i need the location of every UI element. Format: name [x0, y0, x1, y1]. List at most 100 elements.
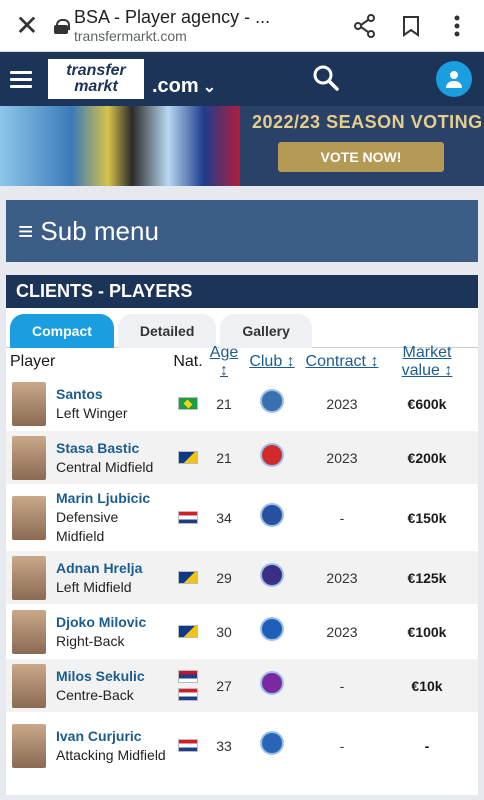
vote-now-button[interactable]: VOTE NOW! [278, 142, 444, 172]
player-photo[interactable] [12, 663, 46, 708]
age-cell: 29 [216, 569, 232, 586]
player-position: Right-Back [56, 632, 125, 649]
header-club-sort[interactable]: Club ↕ [242, 353, 302, 371]
age-cell: 34 [216, 509, 232, 526]
table-header: Player Nat. Age ↕ Club ↕ Contract ↕ Mark… [6, 344, 478, 379]
section-title: CLIENTS - PLAYERS [6, 275, 478, 308]
club-crest-icon[interactable] [260, 443, 284, 467]
clients-players-card: CLIENTS - PLAYERS Compact Detailed Galle… [6, 275, 478, 795]
nationality-flag-icon [178, 669, 198, 683]
nationality-flag-icon [178, 687, 198, 701]
nationality-cell [170, 395, 206, 413]
club-crest-icon[interactable] [260, 563, 284, 587]
banner-title: 2022/23 SEASON VOTING [252, 112, 483, 132]
table-row[interactable]: Marin Ljubicic Defensive Midfield 34 - €… [6, 484, 478, 550]
club-crest-icon[interactable] [260, 671, 284, 695]
player-photo[interactable] [12, 435, 46, 480]
club-cell [242, 389, 302, 418]
nationality-cell [170, 737, 206, 755]
user-account-icon[interactable] [436, 61, 472, 97]
player-name-link[interactable]: Ivan Curjuric [56, 727, 170, 746]
contract-cell: 2023 [326, 395, 358, 412]
address-bar[interactable]: BSA - Player agency - ... transfermarkt.… [74, 7, 336, 44]
domain-selector[interactable]: .com ⌄ [152, 75, 216, 98]
tab-compact[interactable]: Compact [10, 314, 114, 348]
age-cell: 27 [216, 677, 232, 694]
players-table: Santos Left Winger 21 2023 €600k Stasa B… [6, 376, 478, 778]
player-photo[interactable] [12, 723, 46, 768]
header-market-value-sort[interactable]: Market value ↕ [382, 344, 472, 380]
search-icon[interactable] [312, 64, 340, 97]
more-menu-icon[interactable] [440, 9, 474, 43]
season-voting-banner[interactable]: 2022/23 SEASON VOTING VOTE NOW! [0, 106, 484, 186]
player-photo[interactable] [12, 381, 46, 426]
hamburger-menu-icon[interactable] [10, 67, 32, 92]
player-info: Djoko Milovic Right-Back [52, 613, 170, 651]
club-crest-icon[interactable] [260, 389, 284, 413]
club-cell [242, 671, 302, 700]
player-name-link[interactable]: Milos Sekulic [56, 667, 170, 686]
player-photo-cell [12, 435, 52, 480]
logo-line2: markt [74, 78, 118, 95]
tab-detailed[interactable]: Detailed [117, 314, 217, 348]
club-crest-icon[interactable] [260, 731, 284, 755]
player-position: Attacking Midfield [56, 746, 166, 763]
close-tab-icon[interactable]: ✕ [10, 9, 44, 42]
player-name-link[interactable]: Adnan Hrelja [56, 559, 170, 578]
bookmark-icon[interactable] [394, 9, 428, 43]
player-name-link[interactable]: Marin Ljubicic [56, 489, 170, 508]
table-row[interactable]: Djoko Milovic Right-Back 30 2023 €100k [6, 604, 478, 658]
header-player: Player [10, 353, 56, 370]
domain-label: .com [152, 74, 199, 97]
table-row[interactable]: Stasa Bastic Central Midfield 21 2023 €2… [6, 430, 478, 484]
player-info: Ivan Curjuric Attacking Midfield [52, 727, 170, 765]
player-position: Left Midfield [56, 578, 132, 595]
browser-bar: ✕ BSA - Player agency - ... transfermark… [0, 0, 484, 52]
contract-cell: 2023 [326, 569, 358, 586]
player-photo[interactable] [12, 555, 46, 600]
player-position: Defensive Midfield [56, 509, 119, 544]
header-age-sort[interactable]: Age ↕ [206, 344, 242, 380]
player-name-link[interactable]: Djoko Milovic [56, 613, 170, 632]
share-icon[interactable] [348, 9, 382, 43]
club-cell [242, 503, 302, 532]
nationality-flag-icon [178, 396, 198, 410]
club-crest-icon[interactable] [260, 503, 284, 527]
player-photo-cell [12, 723, 52, 768]
player-photo-cell [12, 495, 52, 540]
nationality-flag-icon [178, 510, 198, 524]
sub-menu-toggle[interactable]: ≡ Sub menu [6, 200, 478, 262]
contract-cell: - [339, 509, 345, 526]
market-value-cell: €150k [407, 509, 447, 526]
club-cell [242, 443, 302, 472]
page-title: BSA - Player agency - ... [74, 7, 271, 28]
age-cell: 33 [216, 737, 232, 754]
player-photo[interactable] [12, 495, 46, 540]
header-contract-sort[interactable]: Contract ↕ [302, 353, 382, 371]
market-value-cell: €10k [411, 677, 443, 694]
player-photo[interactable] [12, 609, 46, 654]
site-logo[interactable]: transfer markt [48, 59, 144, 99]
contract-cell: 2023 [326, 449, 358, 466]
player-position: Central Midfield [56, 458, 154, 475]
player-info: Santos Left Winger [52, 385, 170, 423]
tab-gallery[interactable]: Gallery [220, 314, 312, 348]
nationality-flag-icon [178, 450, 198, 464]
nationality-cell [170, 569, 206, 587]
club-crest-icon[interactable] [260, 617, 284, 641]
market-value-cell: €125k [407, 569, 447, 586]
table-row[interactable]: Adnan Hrelja Left Midfield 29 2023 €125k [6, 550, 478, 604]
contract-cell: - [339, 677, 345, 694]
player-name-link[interactable]: Santos [56, 385, 170, 404]
nationality-cell [170, 668, 206, 704]
table-row[interactable]: Milos Sekulic Centre-Back 27 - €10k [6, 658, 478, 712]
view-tabs: Compact Detailed Gallery [6, 308, 478, 348]
nationality-flag-icon [178, 738, 198, 752]
table-row[interactable]: Santos Left Winger 21 2023 €600k [6, 376, 478, 430]
player-photo-cell [12, 609, 52, 654]
lock-icon [54, 18, 70, 34]
player-name-link[interactable]: Stasa Bastic [56, 439, 170, 458]
player-position: Left Winger [56, 404, 128, 421]
table-row[interactable]: Ivan Curjuric Attacking Midfield 33 - - [6, 712, 478, 778]
player-info: Stasa Bastic Central Midfield [52, 439, 170, 477]
